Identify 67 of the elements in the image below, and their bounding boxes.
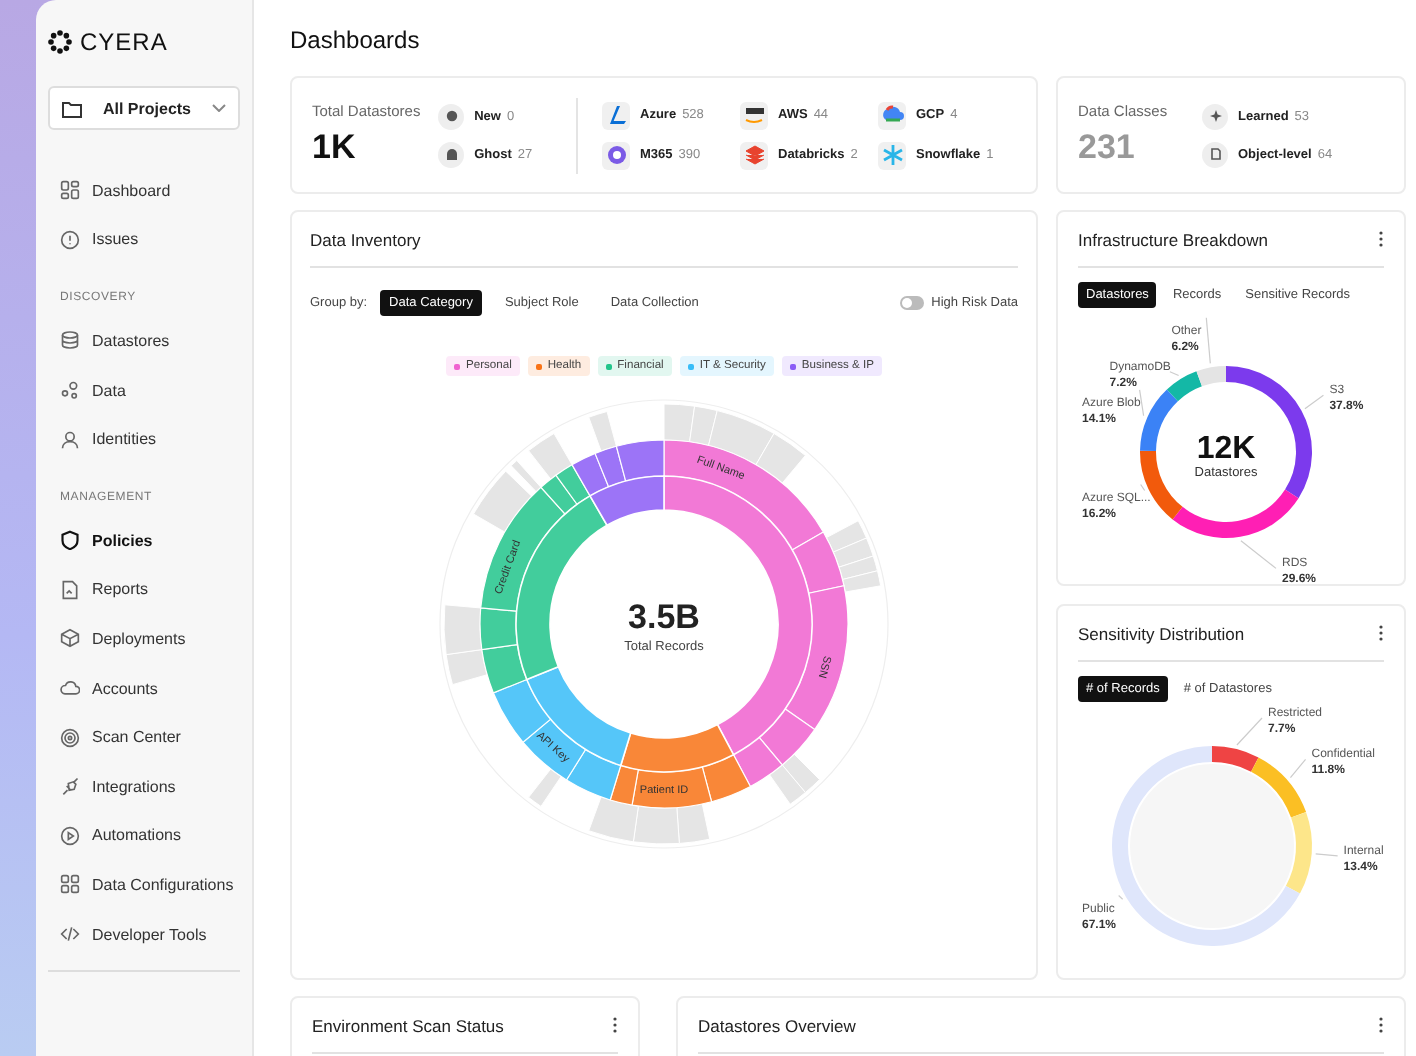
nav-item[interactable]: Identities: [48, 414, 240, 464]
snowflake-icon: [878, 141, 906, 169]
nav-item[interactable]: Datastores: [48, 316, 240, 366]
play-icon: [60, 825, 80, 846]
nav-item[interactable]: Deployments: [48, 614, 240, 664]
more-icon[interactable]: [1378, 624, 1384, 642]
project-selector[interactable]: All Projects: [48, 86, 240, 130]
card-title: Data Inventory: [310, 227, 421, 254]
leader-line: [1205, 317, 1211, 364]
stacked-logo-icon: [740, 141, 768, 169]
smile-logo-icon: [740, 101, 768, 129]
nav-item[interactable]: Dashboard: [48, 166, 240, 216]
database-icon: [60, 330, 80, 351]
nav-item[interactable]: Policies: [48, 515, 240, 566]
badge-icon: [438, 103, 465, 129]
nav-item[interactable]: Integrations: [48, 761, 240, 812]
nav-item[interactable]: Data Configurations: [48, 860, 240, 910]
leader-line: [1289, 758, 1307, 779]
cube-icon: [60, 628, 80, 649]
code-icon: [60, 924, 80, 945]
leader-line: [1240, 540, 1277, 569]
page-title: Dashboards: [290, 24, 422, 58]
logo-icon: [48, 30, 72, 54]
card-title: Sensitivity Distribution: [1078, 621, 1245, 648]
grid-icon: [60, 874, 80, 895]
total-records-value: 3.5B: [628, 598, 700, 636]
dots-icon: [60, 380, 80, 401]
card-title: Infrastructure Breakdown: [1078, 227, 1268, 253]
nav-item[interactable]: Reports: [48, 565, 240, 615]
leader-line: [1236, 717, 1263, 746]
leader-line: [1139, 389, 1145, 417]
plug-icon: [60, 776, 80, 797]
brand-name: CYERA: [80, 28, 168, 56]
ghost-icon: [438, 141, 465, 167]
nav-item[interactable]: Accounts: [48, 663, 240, 713]
nav-item[interactable]: Scan Center: [48, 712, 240, 762]
document-icon: [60, 579, 80, 600]
nav-item[interactable]: Issues: [48, 215, 240, 265]
stat-value: 1K: [312, 128, 358, 168]
info-icon: [60, 229, 80, 250]
leader-line: [1118, 894, 1124, 900]
nav-item[interactable]: Data: [48, 365, 240, 415]
cloud-icon: [60, 678, 80, 699]
ring-logo-icon: [602, 141, 630, 169]
leader-line: [1140, 483, 1146, 492]
stat-value: 231: [1078, 128, 1137, 168]
center-value: 12K: [1196, 432, 1256, 466]
more-icon[interactable]: [1378, 230, 1384, 248]
nav-item[interactable]: Automations: [48, 811, 240, 861]
cloud-logo-icon: [878, 101, 906, 129]
sparkle-icon: [1202, 103, 1228, 129]
card-title: Datastores Overview: [698, 1013, 856, 1039]
card-title: Environment Scan Status: [312, 1013, 504, 1039]
leader-line: [1304, 394, 1325, 410]
nav-item[interactable]: Developer Tools: [48, 909, 240, 959]
more-icon[interactable]: [1378, 1016, 1384, 1034]
person-icon: [60, 429, 80, 450]
leader-line: [1169, 371, 1180, 377]
triangle-logo-icon: [602, 101, 630, 129]
shield-icon: [60, 530, 80, 551]
chevron-down-icon: [212, 104, 226, 112]
target-icon: [60, 727, 80, 748]
dashboard-icon: [60, 180, 80, 201]
document-icon: [1202, 141, 1228, 167]
leader-line: [1315, 853, 1339, 857]
more-icon[interactable]: [612, 1016, 618, 1034]
folder-icon: [62, 99, 82, 117]
